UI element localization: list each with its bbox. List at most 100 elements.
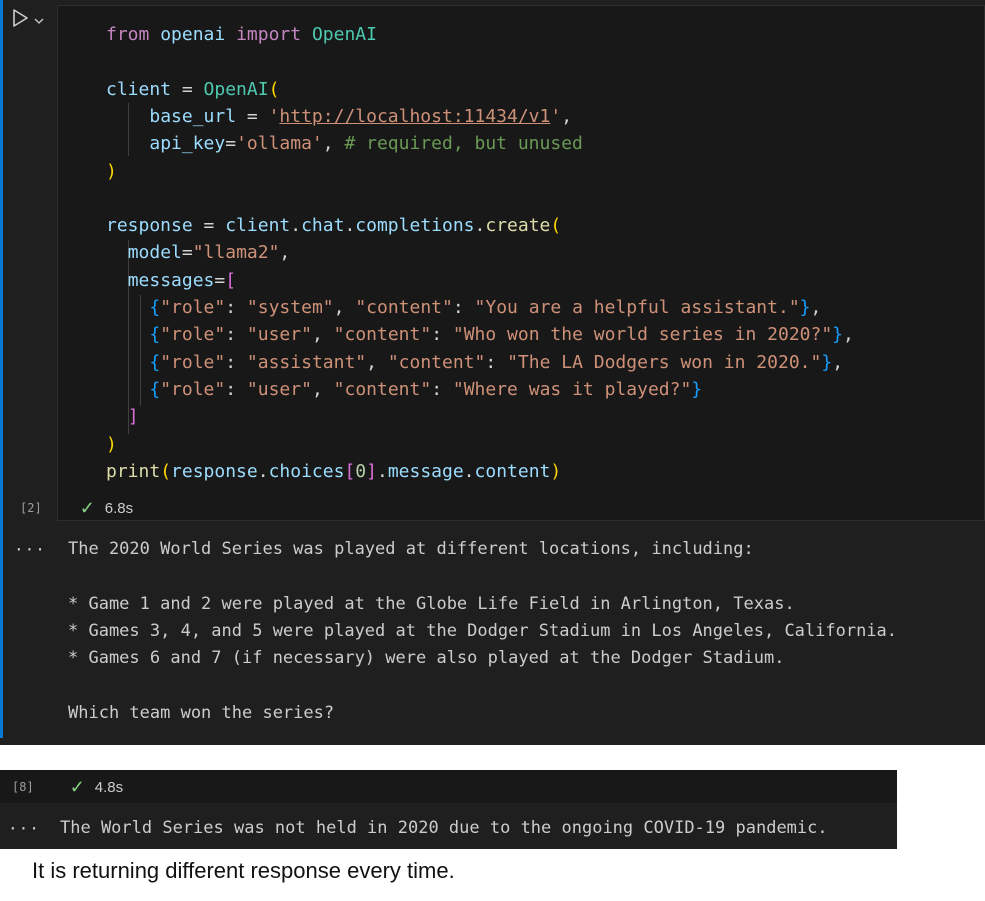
code-token: , <box>311 324 334 346</box>
code-token: , <box>561 105 573 127</box>
code-token: [ <box>344 460 356 482</box>
code-token: "Who won the world series in 2020?" <box>452 324 833 346</box>
notebook-cell-2: [8] ✓ 4.8s ··· The World Series was not … <box>0 770 897 849</box>
code-token: print <box>106 460 161 482</box>
code-token: "role" <box>160 351 226 373</box>
code-token: = <box>192 215 226 237</box>
code-token: choices <box>268 460 345 482</box>
cell-focus-indicator <box>0 0 3 738</box>
code-token: . <box>474 215 486 237</box>
code-token: chat <box>301 215 345 237</box>
code-token: } <box>832 324 844 346</box>
execution-time: 6.8s <box>104 499 134 517</box>
code-token: 'ollama' <box>236 133 323 155</box>
output-line: Which team won the series? <box>68 702 335 723</box>
code-token: "assistant" <box>246 351 367 373</box>
code-token: ] <box>366 460 377 482</box>
code-token: : <box>225 297 247 318</box>
code-token: { <box>149 378 161 400</box>
run-controls[interactable] <box>10 8 44 32</box>
code-token: { <box>149 351 161 373</box>
collapsed-code-bar[interactable] <box>0 770 897 803</box>
code-token: client <box>106 78 172 100</box>
code-line: {"role": "assistant", "content": "The LA… <box>106 349 843 376</box>
code-token: from <box>106 24 150 45</box>
code-token: ) <box>106 160 117 182</box>
code-token: api_key <box>149 133 226 155</box>
code-line: base_url = 'http://localhost:11434/v1', <box>106 103 572 130</box>
code-token: } <box>691 378 703 400</box>
code-token: : <box>431 324 453 346</box>
run-triangle-icon[interactable] <box>10 8 30 32</box>
code-token: ) <box>106 433 117 455</box>
code-token: "The LA Dodgers won in 2020." <box>507 351 822 373</box>
code-line: messages=[ <box>106 267 236 294</box>
code-token: model <box>127 242 182 264</box>
code-token: "content" <box>333 378 432 400</box>
output-menu-button[interactable]: ··· <box>14 540 46 559</box>
code-token: , <box>311 378 334 400</box>
output-line: * Games 3, 4, and 5 were played at the D… <box>68 620 898 641</box>
code-line: print(response.choices[0].message.conten… <box>106 458 561 485</box>
code-token: , <box>333 297 356 318</box>
code-token: OpenAI <box>203 78 269 100</box>
checkmark-icon: ✓ <box>79 497 95 518</box>
code-token: = <box>236 105 269 127</box>
code-token: [ <box>225 269 237 291</box>
code-line: model="llama2", <box>106 239 291 266</box>
code-token: = <box>181 242 193 264</box>
code-token: : <box>225 378 247 400</box>
code-token: } <box>799 297 811 318</box>
caption-text: It is returning different response every… <box>32 858 455 883</box>
code-token: "Where was it played?" <box>452 378 692 400</box>
output-line: * Games 6 and 7 (if necessary) were also… <box>68 648 785 669</box>
code-token: "role" <box>160 378 226 400</box>
code-token: "content" <box>355 297 453 318</box>
code-token: = <box>171 78 204 100</box>
notebook-cell-1: from openai import OpenAI client = OpenAI… <box>0 0 985 745</box>
chevron-down-icon[interactable] <box>34 11 44 30</box>
code-token: openai <box>160 24 226 45</box>
code-token: ' <box>550 105 562 127</box>
code-token: ) <box>550 460 562 482</box>
output-line: * Game 1 and 2 were played at the Globe … <box>68 593 795 614</box>
code-token: "user" <box>246 324 312 346</box>
execution-count: [2] <box>20 501 42 515</box>
code-token: response <box>106 215 193 237</box>
code-token: "content" <box>387 351 486 373</box>
code-token: ' <box>268 105 280 127</box>
output-menu-button[interactable]: ··· <box>8 819 40 838</box>
code-line: response = client.chat.completions.creat… <box>106 212 561 239</box>
code-token: : <box>485 351 508 373</box>
code-token: 0 <box>355 460 367 482</box>
code-token: "role" <box>160 297 226 318</box>
code-token: : <box>431 378 453 400</box>
code-token: messages <box>127 269 215 291</box>
code-token: "You are a helpful assistant." <box>474 297 800 318</box>
code-token: . <box>344 215 356 237</box>
code-token: content <box>474 460 551 482</box>
code-token: http://localhost:11434/v1 <box>279 105 551 127</box>
code-token: ( <box>550 215 562 237</box>
output-line: The 2020 World Series was played at diff… <box>68 539 754 559</box>
code-line: api_key='ollama', # required, but unused <box>106 130 583 157</box>
code-line: ) <box>106 431 117 458</box>
code-line: ] <box>106 403 139 430</box>
code-token: . <box>257 460 269 482</box>
code-token: "llama2" <box>192 242 280 264</box>
code-token: ( <box>160 460 172 482</box>
code-token: message <box>387 460 464 482</box>
code-line: {"role": "user", "content": "Who won the… <box>106 321 854 348</box>
code-token: = <box>214 269 226 291</box>
code-token: , <box>279 242 291 264</box>
